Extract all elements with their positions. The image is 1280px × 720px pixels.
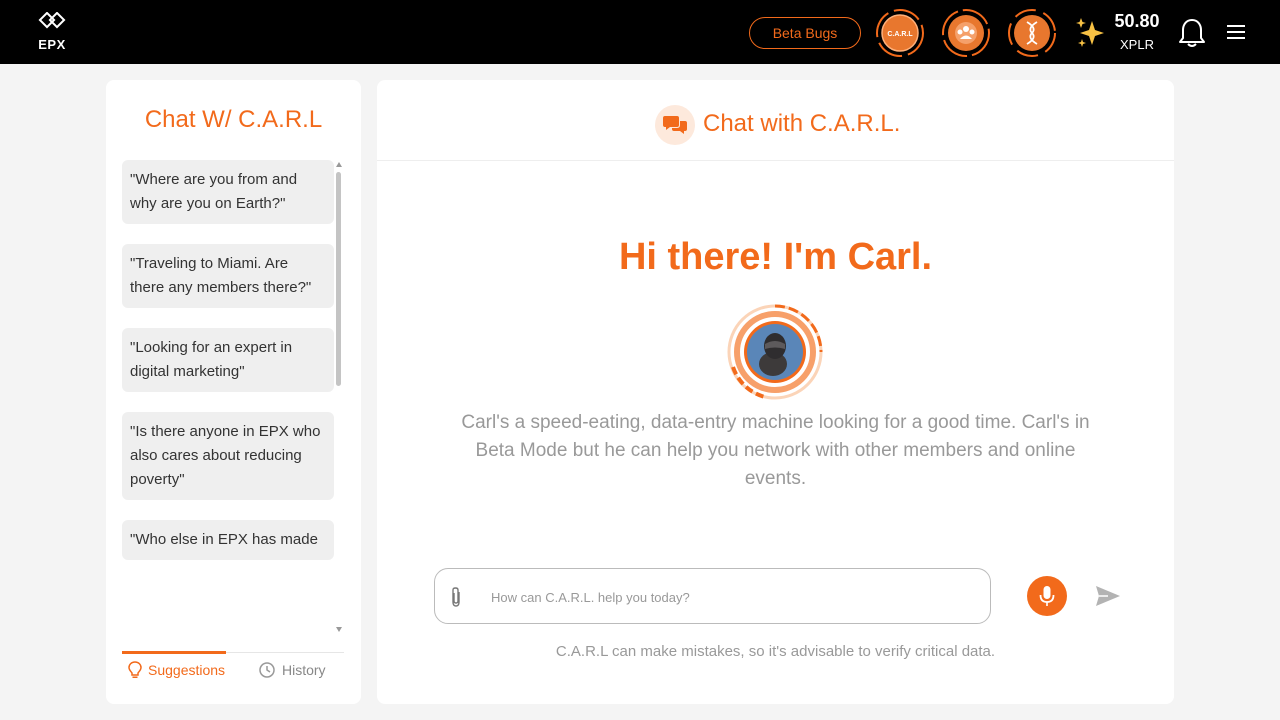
microphone-button[interactable] (1027, 576, 1067, 616)
scroll-down-arrow-icon[interactable] (336, 627, 342, 632)
chat-input-box (434, 568, 991, 624)
suggestions-sidebar: Chat W/ C.A.R.L "Where are you from and … (106, 80, 361, 704)
disclaimer-text: C.A.R.L can make mistakes, so it's advis… (555, 643, 996, 660)
scroll-thumb[interactable] (336, 172, 341, 386)
community-badge-icon (942, 9, 990, 57)
xplr-balance: 50.80 (1114, 11, 1160, 31)
epx-logo-icon (38, 12, 66, 29)
lightbulb-icon (128, 660, 142, 678)
beta-bugs-button[interactable]: Beta Bugs (749, 17, 861, 49)
suggestion-item[interactable]: "Where are you from and why are you on E… (122, 160, 334, 224)
scroll-up-arrow-icon[interactable] (336, 162, 342, 167)
xplr-unit: XPLR (1120, 37, 1154, 52)
chat-message-input[interactable] (491, 585, 971, 609)
tab-history-label: History (282, 662, 326, 678)
history-icon (259, 662, 275, 678)
greeting-heading: Hi there! I'm Carl. (618, 236, 933, 278)
paperclip-icon[interactable] (449, 586, 463, 608)
carl-avatar (725, 302, 825, 402)
chat-title: Chat with C.A.R.L. (703, 110, 901, 137)
top-navigation-bar: EPX Beta Bugs C.A.R.L 50.80 XPLR (0, 0, 1280, 64)
tab-suggestions[interactable]: Suggestions (122, 651, 226, 685)
dna-badge[interactable] (1007, 8, 1057, 58)
sidebar-title: Chat W/ C.A.R.L (144, 106, 323, 133)
carl-badge-icon: C.A.R.L (876, 9, 924, 57)
carl-badge[interactable]: C.A.R.L (875, 8, 925, 58)
suggestion-item[interactable]: "Traveling to Miami. Are there any membe… (122, 244, 334, 308)
chat-header: Chat with C.A.R.L. (377, 80, 1174, 161)
tab-suggestions-label: Suggestions (148, 661, 226, 678)
carl-description: Carl's a speed-eating, data-entry machin… (461, 412, 1090, 489)
suggestion-list[interactable]: "Where are you from and why are you on E… (122, 160, 334, 628)
bell-icon[interactable] (1178, 17, 1206, 49)
community-badge[interactable] (941, 8, 991, 58)
suggestion-item[interactable]: "Who else in EPX has made (122, 520, 334, 560)
tab-history[interactable]: History (258, 653, 326, 687)
chat-bubbles-icon (655, 105, 695, 145)
hamburger-menu-icon[interactable] (1225, 22, 1247, 42)
suggestion-item[interactable]: "Looking for an expert in digital market… (122, 328, 334, 392)
suggestion-scrollbar[interactable] (335, 162, 343, 632)
send-icon[interactable] (1094, 583, 1122, 609)
sidebar-tabs: Suggestions History (122, 651, 344, 692)
suggestion-item[interactable]: "Is there anyone in EPX who also cares a… (122, 412, 334, 500)
carl-badge-text: C.A.R.L (887, 31, 913, 38)
sparkle-icon (1072, 15, 1108, 51)
dna-badge-icon (1008, 9, 1056, 57)
chat-panel: Chat with C.A.R.L. Hi there! I'm Carl. C… (377, 80, 1174, 704)
microphone-icon (1039, 586, 1055, 606)
epx-logo[interactable]: EPX (34, 12, 70, 54)
logo-text: EPX (38, 37, 66, 52)
